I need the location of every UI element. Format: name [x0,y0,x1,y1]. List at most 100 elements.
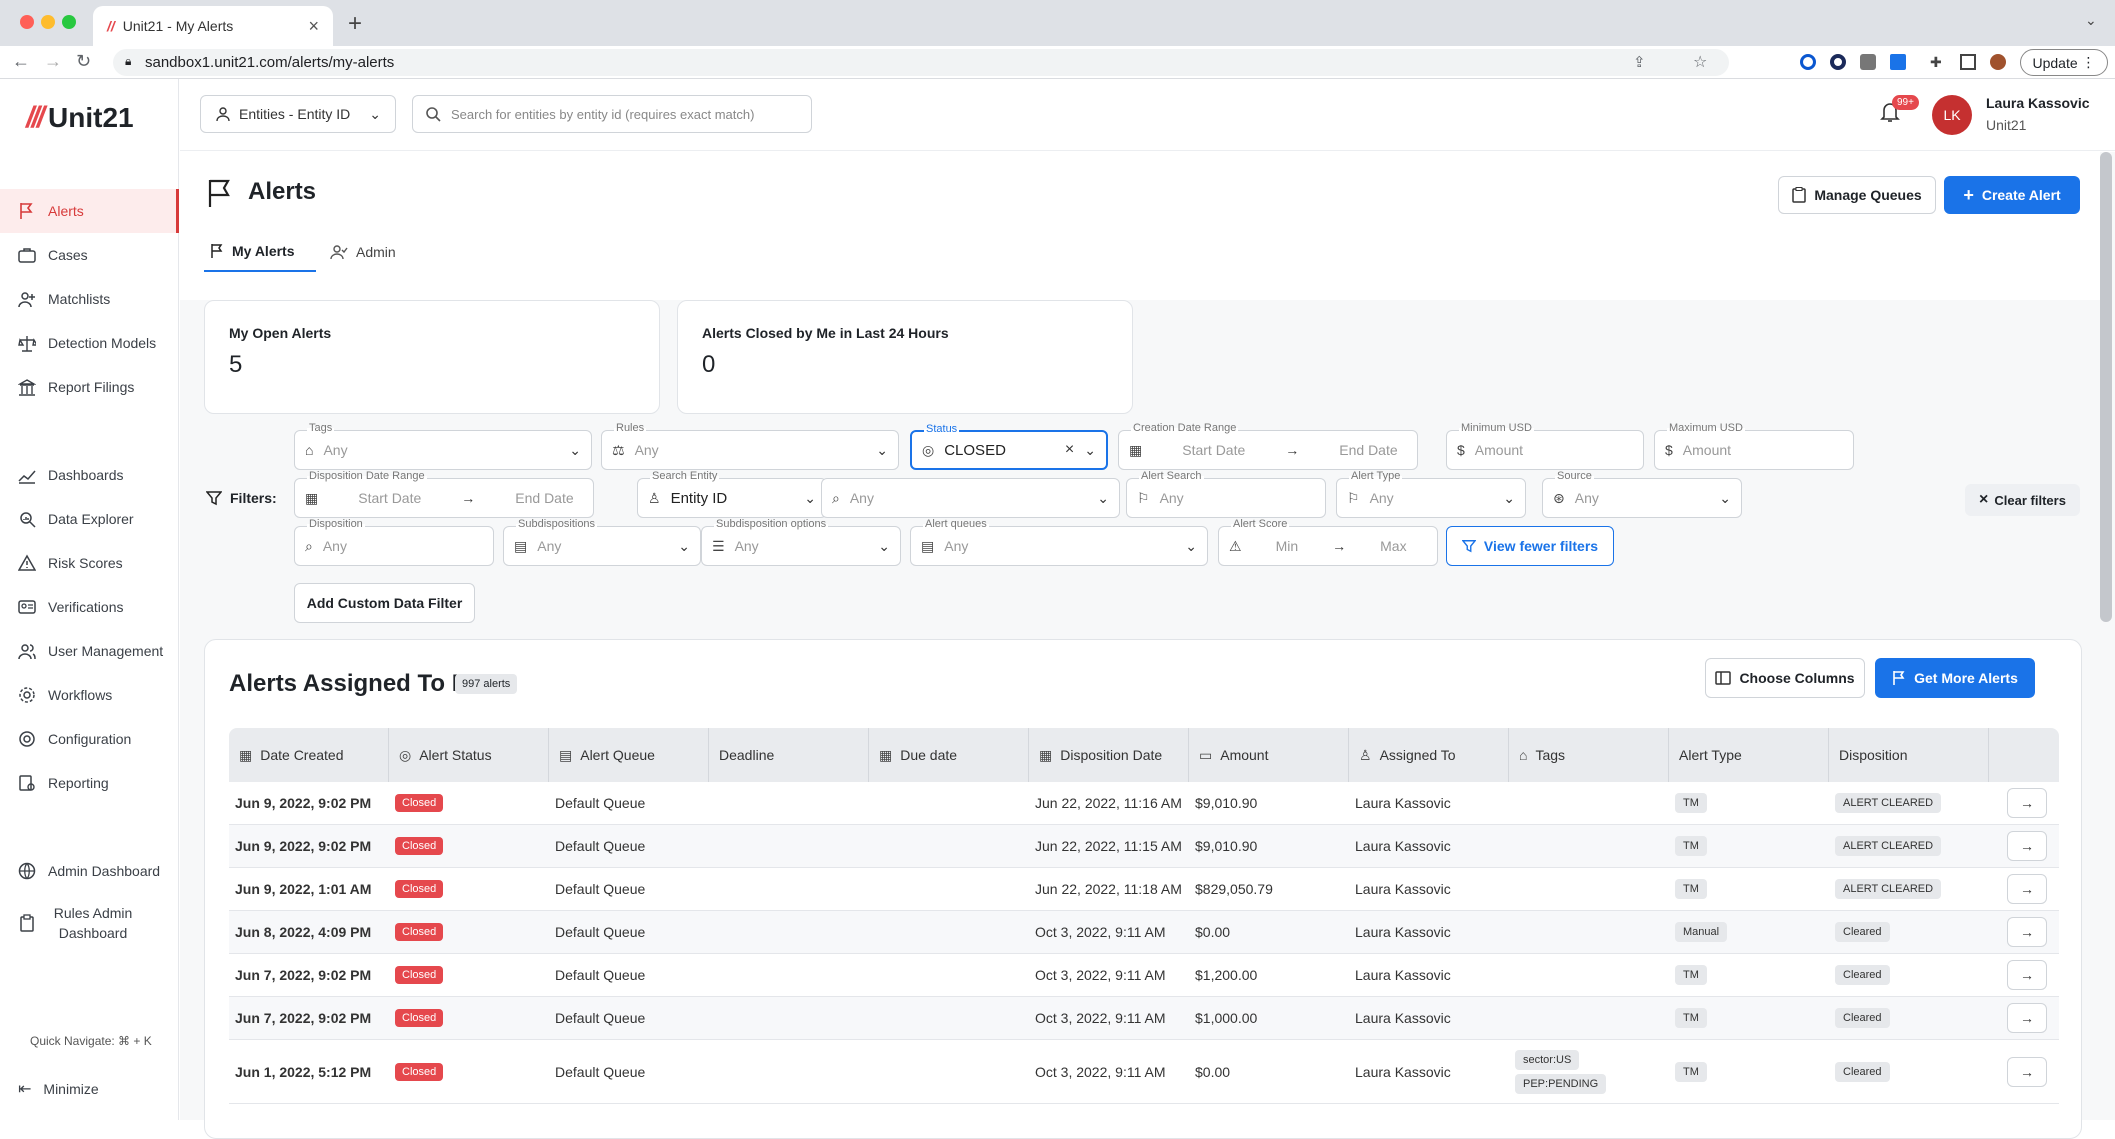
avatar[interactable]: LK [1932,95,1972,135]
profile-icon[interactable] [1990,54,2006,70]
sidebar-item-user-management[interactable]: User Management [0,629,179,673]
update-button[interactable]: Update ⋮ [2020,49,2108,76]
column-header[interactable]: Deadline [709,728,869,782]
disposition-filter[interactable]: Disposition ⌕ Any [294,518,494,566]
column-header[interactable]: Alert Type [1669,728,1829,782]
puzzle-icon[interactable]: ✚ [1930,54,1946,70]
sidebar-item-dashboards[interactable]: Dashboards [0,453,179,497]
close-tab-icon[interactable]: × [308,16,319,37]
create-alert-button[interactable]: + Create Alert [1944,176,2080,214]
subdispositions-filter[interactable]: Subdispositions ▤ Any ⌄ [503,518,701,566]
sidebar-item-data-explorer[interactable]: Data Explorer [0,497,179,541]
download-icon[interactable] [1890,54,1906,70]
open-alert-button[interactable]: → [2007,917,2047,947]
sidebar-item-workflows[interactable]: Workflows [0,673,179,717]
minimum-usd-filter[interactable]: Minimum USD $ Amount [1446,422,1644,470]
sidebar-item-admin-dashboard[interactable]: Admin Dashboard [0,849,179,893]
sidebar-item-risk-scores[interactable]: Risk Scores [0,541,179,585]
score-max[interactable]: Max [1380,538,1406,554]
source-filter[interactable]: Source ⊛ Any ⌄ [1542,470,1742,518]
alert-search-filter[interactable]: Alert Search ⚐ Any [1126,470,1326,518]
alert-queues-filter[interactable]: Alert queues ▤ Any ⌄ [910,518,1208,566]
address-bar[interactable]: 🔒︎ sandbox1.unit21.com/alerts/my-alerts … [113,49,1729,76]
start-date[interactable]: Start Date [1182,442,1245,458]
extension-icon[interactable] [1830,54,1846,70]
column-header[interactable]: ▦ Due date [869,728,1029,782]
table-row[interactable]: Jun 9, 2022, 9:02 PM Closed Default Queue J… [229,825,2059,868]
tab-my-alerts[interactable]: My Alerts [204,232,316,272]
bookmark-star-icon[interactable]: ☆ [1693,52,1707,72]
share-icon[interactable]: ⇪ [1633,53,1646,71]
open-alert-button[interactable]: → [2007,874,2047,904]
forward-icon[interactable]: → [44,51,62,72]
open-alert-button[interactable]: → [2007,960,2047,990]
table-row[interactable]: Jun 9, 2022, 1:01 AM Closed Default Queue J… [229,868,2059,911]
score-min[interactable]: Min [1276,538,1299,554]
sidebar-item-configuration[interactable]: Configuration [0,717,179,761]
sidebar-item-alerts[interactable]: Alerts [0,189,179,233]
status-filter[interactable]: Status ◎ CLOSED × ⌄ [910,423,1108,470]
back-icon[interactable]: ← [12,51,30,72]
tab-admin[interactable]: Admin [330,232,396,272]
subdisposition-options-filter[interactable]: Subdisposition options ☰ Any ⌄ [701,518,901,566]
sidebar-item-detection-models[interactable]: Detection Models [0,321,179,365]
get-more-alerts-button[interactable]: Get More Alerts [1875,658,2035,698]
sidebar-item-rules-admin-dashboard[interactable]: Rules Admin Dashboard [0,897,179,949]
logo[interactable]: /// Unit21 [26,101,134,135]
open-alert-button[interactable]: → [2007,1003,2047,1033]
alert-score-filter[interactable]: Alert Score ⚠ Min → Max [1218,518,1438,566]
column-header[interactable]: ⌂ Tags [1509,728,1669,782]
column-header[interactable]: ◎ Alert Status [389,728,549,782]
add-custom-data-filter-button[interactable]: Add Custom Data Filter [294,583,475,623]
alert-type-filter[interactable]: Alert Type ⚐ Any ⌄ [1336,470,1526,518]
tags-filter[interactable]: Tags ⌂ Any ⌄ [294,422,592,470]
sidepanel-icon[interactable] [1960,54,1976,70]
open-alert-button[interactable]: → [2007,1056,2047,1087]
tab-search-icon[interactable]: ⌄ [2085,12,2097,29]
reload-icon[interactable]: ↻ [76,51,91,72]
new-tab-icon[interactable]: + [348,10,362,38]
choose-columns-button[interactable]: Choose Columns [1705,658,1865,698]
search-entity-select[interactable]: Search Entity ♙ Entity ID ⌄ [637,470,827,518]
clear-icon[interactable]: × [1065,441,1074,459]
browser-tab[interactable]: // Unit21 - My Alerts × [93,6,333,46]
sidebar-item-cases[interactable]: Cases [0,233,179,277]
column-header[interactable]: ▦ Date Created [229,728,389,782]
minimize-button[interactable]: ⇤ Minimize [18,1079,99,1099]
column-header[interactable]: ♙ Assigned To [1349,728,1509,782]
clear-filters-button[interactable]: × Clear filters [1965,484,2080,516]
sidebar-item-verifications[interactable]: Verifications [0,585,179,629]
open-alert-button[interactable]: → [2007,831,2047,861]
column-header[interactable]: ▦ Disposition Date [1029,728,1189,782]
table-row[interactable]: Jun 7, 2022, 9:02 PM Closed Default Queue O… [229,954,2059,997]
entity-type-select[interactable]: Entities - Entity ID ⌄ [200,95,396,133]
disposition-date-range-filter[interactable]: Disposition Date Range ▦ Start Date → En… [294,470,594,518]
maximize-window-icon[interactable] [62,15,76,29]
table-row[interactable]: Jun 1, 2022, 5:12 PM Closed Default Queue O… [229,1040,2059,1104]
extension-icon[interactable] [1800,54,1816,70]
close-window-icon[interactable] [20,15,34,29]
manage-queues-button[interactable]: Manage Queues [1778,176,1936,214]
column-header[interactable]: Disposition [1829,728,1989,782]
minimize-window-icon[interactable] [41,15,55,29]
sidebar-item-reporting[interactable]: Reporting [0,761,179,805]
view-fewer-filters-button[interactable]: View fewer filters [1446,526,1614,566]
open-alert-button[interactable]: → [2007,788,2047,818]
column-header[interactable]: ▤ Alert Queue [549,728,709,782]
end-date[interactable]: End Date [515,490,573,506]
end-date[interactable]: End Date [1339,442,1397,458]
sidebar-item-matchlists[interactable]: Matchlists [0,277,179,321]
sidebar-item-report-filings[interactable]: Report Filings [0,365,179,409]
table-row[interactable]: Jun 8, 2022, 4:09 PM Closed Default Queue O… [229,911,2059,954]
rules-filter[interactable]: Rules ⚖ Any ⌄ [601,422,899,470]
column-header[interactable]: ▭ Amount [1189,728,1349,782]
maximum-usd-filter[interactable]: Maximum USD $ Amount [1654,422,1854,470]
search-entity-input[interactable]: ⌕ Any ⌄ [821,478,1120,518]
table-row[interactable]: Jun 9, 2022, 9:02 PM Closed Default Queue J… [229,782,2059,825]
table-row[interactable]: Jun 7, 2022, 9:02 PM Closed Default Queue O… [229,997,2059,1040]
extension-icon[interactable] [1860,54,1876,70]
start-date[interactable]: Start Date [358,490,421,506]
entity-search-input[interactable]: Search for entities by entity id (requir… [412,95,812,133]
creation-date-range-filter[interactable]: Creation Date Range ▦ Start Date → End D… [1118,422,1418,470]
scrollbar[interactable] [2100,152,2112,622]
